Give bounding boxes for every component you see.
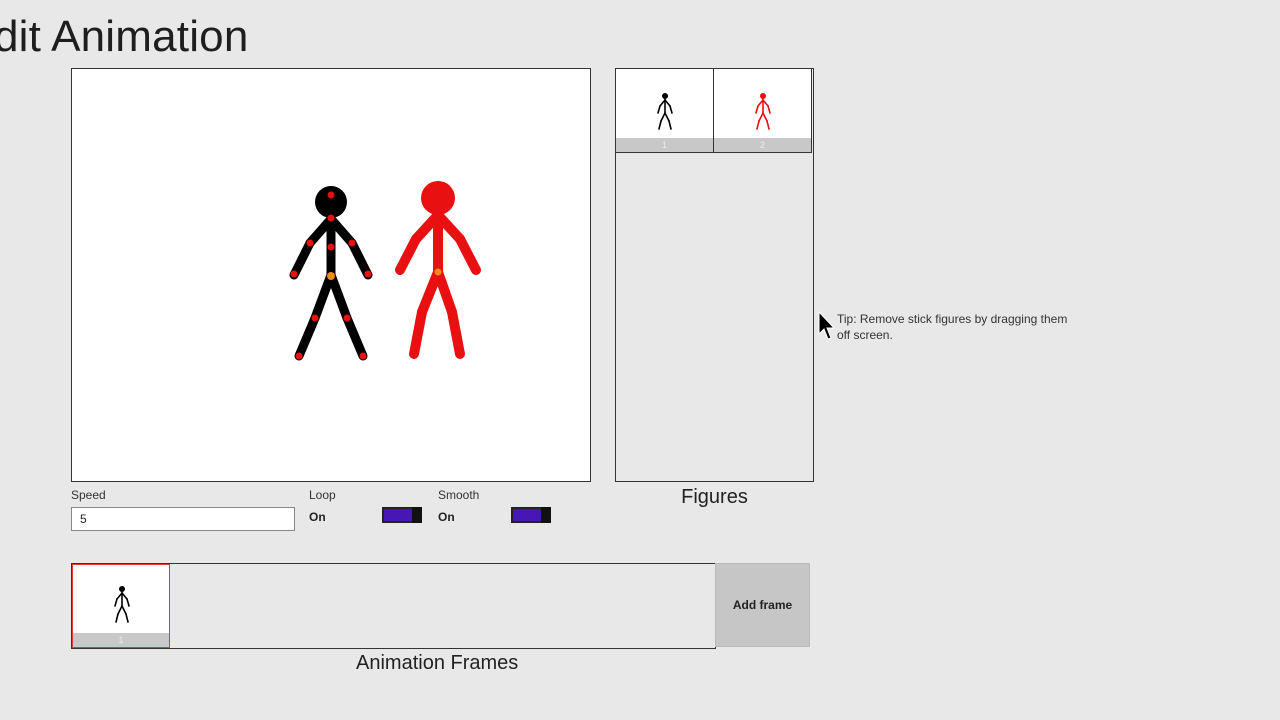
animation-frames-label-text: Animation Frames	[356, 652, 519, 674]
joint-handles[interactable]	[290, 191, 372, 360]
figures-label: Figures	[681, 486, 748, 508]
loop-state: On	[309, 510, 326, 524]
frame-number: 1	[73, 633, 169, 647]
figure-thumb-1[interactable]: 1	[616, 69, 714, 153]
loop-toggle[interactable]	[382, 507, 422, 523]
loop-label: Loop	[309, 488, 336, 502]
animation-frames-strip[interactable]: 1	[71, 563, 716, 649]
stick-figure-icon	[114, 586, 130, 623]
figure-number: 1	[616, 138, 713, 152]
red-figure-center-handle[interactable]	[434, 268, 442, 276]
mouse-cursor-icon	[818, 311, 836, 340]
stick-figure-icon	[657, 93, 673, 130]
canvas-stage[interactable]	[72, 69, 590, 481]
frame-thumb-1[interactable]: 1	[72, 564, 170, 648]
smooth-label: Smooth	[438, 488, 480, 502]
add-frame-button[interactable]: Add frame	[715, 563, 810, 647]
figure-thumb-2[interactable]: 2	[714, 69, 812, 153]
speed-label: Speed	[71, 488, 106, 502]
figure-number: 2	[714, 138, 811, 152]
figures-panel: 1 2	[615, 68, 814, 482]
toggle-knob	[412, 507, 422, 523]
stick-figure-icon	[755, 93, 771, 130]
speed-input[interactable]	[71, 507, 295, 531]
toggle-knob	[541, 507, 551, 523]
tip-text: Tip: Remove stick figures by dragging th…	[837, 312, 1068, 342]
page-title: dit Animation	[0, 12, 249, 61]
animation-canvas[interactable]	[71, 68, 591, 482]
smooth-state: On	[438, 510, 455, 524]
stick-figure-black[interactable]	[289, 186, 373, 361]
smooth-toggle[interactable]	[511, 507, 551, 523]
stick-figure-red[interactable]	[395, 181, 481, 359]
